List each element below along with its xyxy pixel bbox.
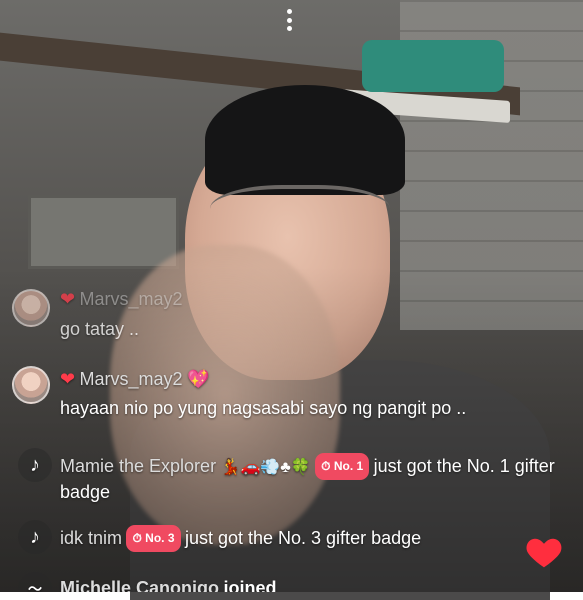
comment-item: ❤ Marvs_may2 go tatay .. [12,287,571,339]
comment-username[interactable]: Michelle Canonigo [60,578,219,592]
gifter-badge: ⏱ No. 3 [126,525,181,552]
tiktok-logo-icon: ♪ [18,448,52,482]
gifter-badge: ⏱ No. 1 [315,453,370,480]
comment-username[interactable]: Marvs_may2 [80,369,183,389]
tiktok-logo-icon: ♪ [18,520,52,554]
more-options-icon[interactable] [284,9,294,31]
comment-item: ♪ idk tnim ⏱ No. 3 just got the No. 3 gi… [12,520,571,554]
comment-username[interactable]: idk tnim [60,528,122,548]
heart-icon: ❤ [60,289,76,309]
comment-item: ❤ Marvs_may2 💖 hayaan nio po yung nagsas… [12,366,571,422]
user-avatar[interactable] [12,289,50,327]
comment-username[interactable]: Mamie the Explorer [60,456,216,476]
heart-icon[interactable] [524,533,564,569]
user-avatar[interactable] [12,366,50,404]
comment-username[interactable]: Marvs_may2 [80,289,183,309]
comment-text: just got the No. 3 gifter badge [184,528,422,548]
comment-text: joined [223,578,277,592]
wave-icon: 〜 [18,572,52,592]
comment-text: hayaan nio po yung nagsasabi sayo ng pan… [60,398,467,418]
sparkling-heart-icon: 💖 [187,369,210,389]
emoji-string: 💃🚗💨♣🍀 [220,459,311,476]
heart-icon: ❤ [60,369,76,389]
comment-item: ♪ Mamie the Explorer 💃🚗💨♣🍀 ⏱ No. 1 just … [12,448,571,504]
comment-text: go tatay .. [60,319,140,339]
comment-item: 〜 Michelle Canonigo joined [12,572,571,592]
